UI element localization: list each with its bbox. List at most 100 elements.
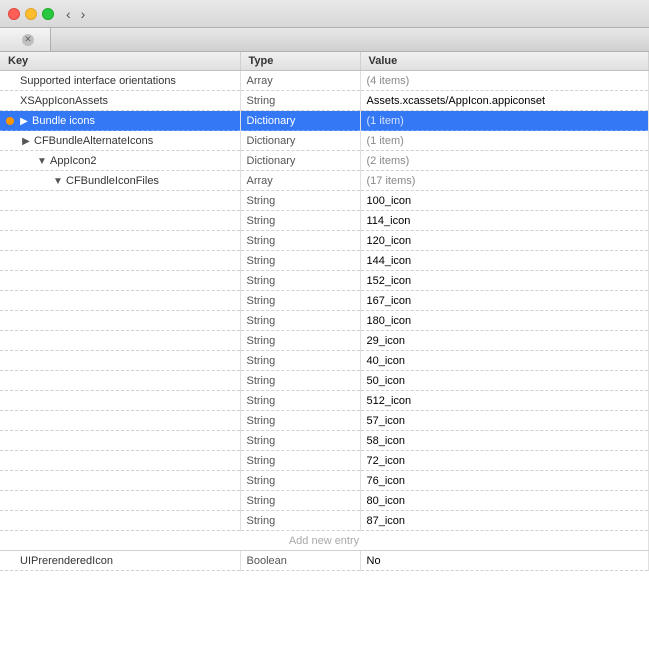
plist-table: Key Type Value Supported interface orien… (0, 52, 649, 571)
table-row[interactable]: ▶Bundle iconsDictionary(1 item) (0, 111, 649, 131)
table-row[interactable]: String152_icon (0, 271, 649, 291)
value-cell: (17 items) (360, 171, 649, 191)
value-meta: (17 items) (367, 175, 416, 187)
key-cell: ▼CFBundleIconFiles (0, 171, 240, 191)
value-label: 100_icon (367, 195, 412, 207)
value-cell: (4 items) (360, 71, 649, 91)
table-row[interactable]: String76_icon (0, 471, 649, 491)
disclosure-triangle[interactable]: ▼ (36, 156, 48, 167)
key-label: AppIcon2 (50, 155, 96, 167)
forward-button[interactable]: › (77, 5, 90, 23)
table-row[interactable]: String120_icon (0, 231, 649, 251)
disclosure-triangle[interactable]: ▼ (52, 176, 64, 187)
key-cell (0, 351, 240, 371)
key-cell (0, 331, 240, 351)
type-cell: String (240, 471, 360, 491)
value-cell: (2 items) (360, 151, 649, 171)
table-row[interactable]: Supported interface orientations Array (4 … (0, 71, 649, 91)
type-cell: String (240, 211, 360, 231)
value-column-header: Value (360, 52, 649, 71)
table-row[interactable]: String167_icon (0, 291, 649, 311)
value-cell: 80_icon (360, 491, 649, 511)
type-cell: String (240, 191, 360, 211)
table-row[interactable]: Add new entry (0, 531, 649, 551)
type-cell: Dictionary (240, 131, 360, 151)
key-cell (0, 291, 240, 311)
key-cell: ▶Bundle icons (0, 111, 240, 131)
type-cell: String (240, 291, 360, 311)
table-row[interactable]: String40_icon (0, 351, 649, 371)
value-label: 87_icon (367, 515, 406, 527)
key-cell: ▶CFBundleAlternateIcons (0, 131, 240, 151)
type-label: String (247, 515, 276, 527)
key-label: CFBundleIconFiles (66, 175, 159, 187)
type-cell: String (240, 431, 360, 451)
table-row[interactable]: String114_icon (0, 211, 649, 231)
key-cell (0, 311, 240, 331)
table-row[interactable]: XSAppIconAssetsStringAssets.xcassets/App… (0, 91, 649, 111)
disclosure-triangle[interactable]: ▶ (20, 136, 32, 147)
maximize-button[interactable] (42, 8, 54, 20)
add-entry-cell[interactable]: Add new entry (0, 531, 649, 551)
value-meta: (1 item) (367, 135, 404, 147)
table-row[interactable]: String 58_icon (0, 431, 649, 451)
value-cell: No (360, 551, 649, 571)
type-label: String (247, 295, 276, 307)
minimize-button[interactable] (25, 8, 37, 20)
value-label: Assets.xcassets/AppIcon.appiconset (367, 95, 546, 107)
value-label: 80_icon (367, 495, 406, 507)
key-cell: Supported interface orientations (0, 71, 240, 91)
type-cell: String (240, 371, 360, 391)
type-label: String (247, 195, 276, 207)
close-button[interactable] (8, 8, 20, 20)
type-label: String (247, 95, 276, 107)
table-row[interactable]: String 87_icon (0, 511, 649, 531)
table-row[interactable]: ▶CFBundleAlternateIcons Dictionary (1 item… (0, 131, 649, 151)
table-row[interactable]: String29_icon (0, 331, 649, 351)
table-row[interactable]: ▼CFBundleIconFilesArray(17 items) (0, 171, 649, 191)
plist-table-container: Key Type Value Supported interface orien… (0, 52, 649, 649)
table-row[interactable]: String72_icon (0, 451, 649, 471)
type-label: String (247, 415, 276, 427)
value-cell: 512_icon (360, 391, 649, 411)
type-cell: String (240, 391, 360, 411)
value-cell: Assets.xcassets/AppIcon.appiconset (360, 91, 649, 111)
type-cell: Array (240, 171, 360, 191)
key-cell (0, 191, 240, 211)
type-label: String (247, 315, 276, 327)
value-cell: 57_icon (360, 411, 649, 431)
tab-close-button[interactable]: ✕ (22, 34, 34, 46)
type-cell: String (240, 451, 360, 471)
table-row[interactable]: String180_icon (0, 311, 649, 331)
file-tab[interactable]: ✕ (0, 28, 51, 51)
value-meta: (4 items) (367, 75, 410, 87)
type-cell: String (240, 91, 360, 111)
back-button[interactable]: ‹ (62, 5, 75, 23)
type-cell: String (240, 271, 360, 291)
key-cell (0, 371, 240, 391)
table-row[interactable]: String144_icon (0, 251, 649, 271)
value-label: 29_icon (367, 335, 406, 347)
table-row[interactable]: String 100_icon (0, 191, 649, 211)
table-row[interactable]: UIPrerenderedIconBooleanNo (0, 551, 649, 571)
type-cell: Dictionary (240, 111, 360, 131)
table-row[interactable]: String50_icon (0, 371, 649, 391)
value-label: 512_icon (367, 395, 412, 407)
type-label: Dictionary (247, 135, 296, 147)
disclosure-triangle[interactable]: ▶ (18, 116, 30, 127)
key-cell (0, 511, 240, 531)
key-cell (0, 471, 240, 491)
table-row[interactable]: String 80_icon (0, 491, 649, 511)
table-row[interactable]: String 512_icon (0, 391, 649, 411)
table-row[interactable]: String 57_icon (0, 411, 649, 431)
type-cell: String (240, 491, 360, 511)
value-label: 58_icon (367, 435, 406, 447)
value-cell: 87_icon (360, 511, 649, 531)
type-label: String (247, 275, 276, 287)
warning-indicator (6, 117, 14, 125)
key-cell: UIPrerenderedIcon (0, 551, 240, 571)
title-bar: ‹ › (0, 0, 649, 28)
table-row[interactable]: ▼AppIcon2Dictionary(2 items) (0, 151, 649, 171)
type-column-header: Type (240, 52, 360, 71)
type-label: Array (247, 75, 273, 87)
